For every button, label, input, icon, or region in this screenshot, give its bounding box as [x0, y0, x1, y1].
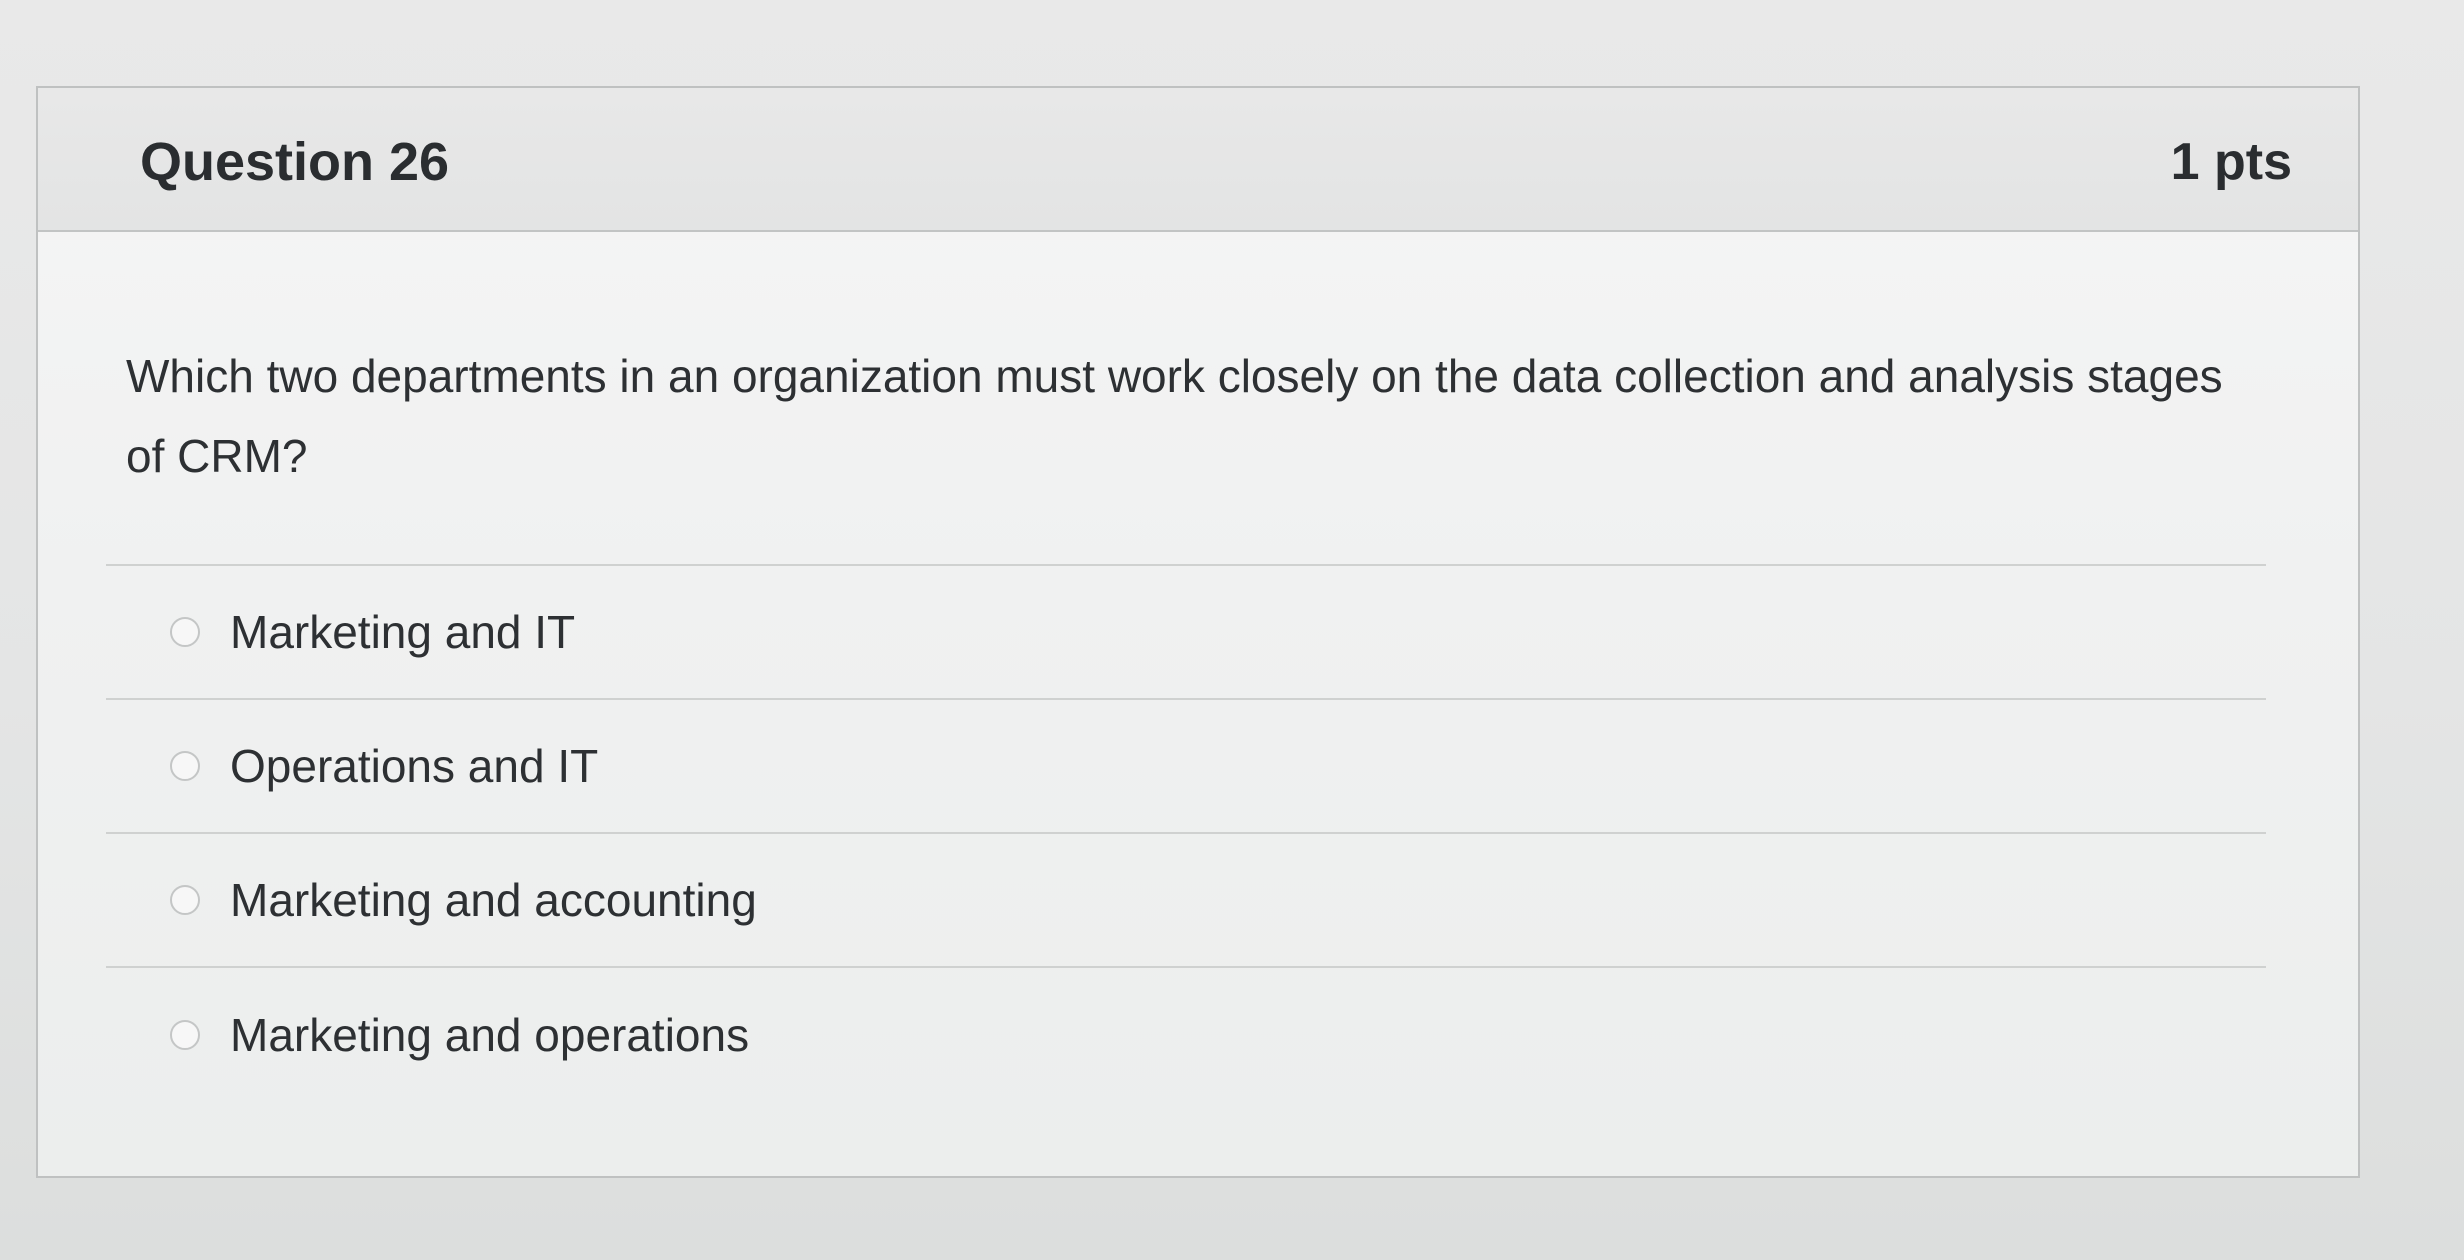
answer-option-marketing-accounting[interactable]: Marketing and accounting [106, 834, 2266, 968]
answer-list: Marketing and IT Operations and IT Marke… [106, 564, 2266, 1102]
answer-option-marketing-it[interactable]: Marketing and IT [106, 566, 2266, 700]
question-text: Which two departments in an organization… [126, 350, 2223, 482]
radio-button[interactable] [170, 885, 200, 915]
radio-button[interactable] [170, 1020, 200, 1050]
question-points: 1 pts [2170, 133, 2292, 191]
question-card: Question 26 1 pts Which two departments … [36, 86, 2360, 1178]
radio-button[interactable] [170, 751, 200, 781]
answer-label: Marketing and accounting [230, 874, 757, 926]
question-title: Question 26 [140, 132, 450, 192]
answer-option-operations-it[interactable]: Operations and IT [106, 700, 2266, 834]
question-header: Question 26 1 pts [38, 88, 2358, 232]
answer-label: Marketing and operations [230, 1009, 750, 1061]
answer-label: Marketing and IT [230, 606, 576, 658]
answer-label: Operations and IT [230, 740, 599, 792]
radio-button[interactable] [170, 617, 200, 647]
answer-option-marketing-operations[interactable]: Marketing and operations [106, 968, 2266, 1102]
